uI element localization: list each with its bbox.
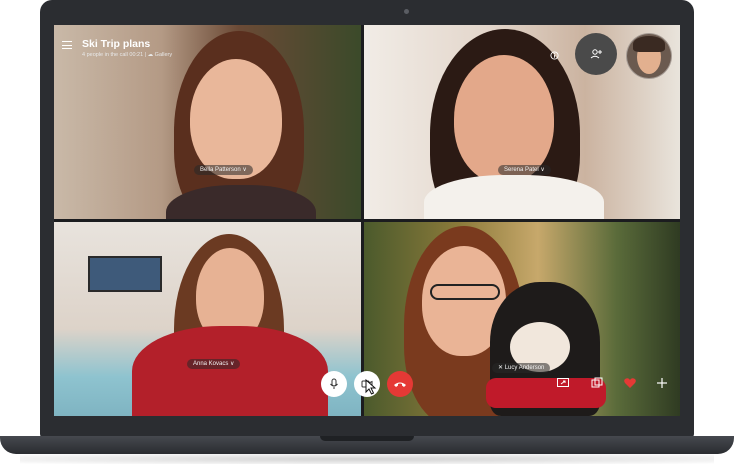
end-call-icon xyxy=(394,382,406,387)
plus-icon[interactable] xyxy=(655,376,669,390)
call-title: Ski Trip plans xyxy=(82,38,151,50)
participant-face xyxy=(190,59,282,179)
participant-glasses xyxy=(430,284,500,300)
menu-icon[interactable] xyxy=(62,41,72,49)
participant-body xyxy=(132,326,328,416)
participant-face xyxy=(454,55,554,183)
mouse-cursor-icon xyxy=(365,379,377,395)
video-tile-3[interactable]: Anna Kovacs ∨ xyxy=(54,222,361,416)
mute-button[interactable] xyxy=(321,371,347,397)
participant-name-label: Bella Patterson ∨ xyxy=(194,165,253,175)
add-person-button[interactable] xyxy=(575,33,617,75)
laptop-notch xyxy=(320,436,414,441)
call-screen: Bella Patterson ∨ Serena Patel ∨ Anna Ko… xyxy=(54,25,680,416)
self-view-hair xyxy=(633,36,665,52)
info-icon[interactable] xyxy=(550,51,559,62)
dog-bandana xyxy=(486,378,606,408)
switch-view-icon[interactable] xyxy=(590,376,604,390)
webcam xyxy=(404,9,409,14)
participant-body xyxy=(424,175,604,219)
end-call-button[interactable] xyxy=(387,371,413,397)
call-header: Ski Trip plans 4 people in the call 00:2… xyxy=(54,25,354,65)
self-view-avatar[interactable] xyxy=(626,33,672,79)
participant-name-label: ✕ Lucy Anderson xyxy=(492,363,551,373)
add-person-icon xyxy=(590,49,602,59)
participant-name-label: Serena Patel ∨ xyxy=(498,165,551,175)
microphone-icon xyxy=(330,378,338,389)
wall-picture xyxy=(88,256,162,292)
heart-icon[interactable] xyxy=(623,376,637,390)
screen-share-icon[interactable] xyxy=(556,376,570,390)
participant-name-label: Anna Kovacs ∨ xyxy=(187,359,241,369)
laptop-shadow xyxy=(20,454,714,464)
call-subtitle: 4 people in the call 00:21 | ☁ Gallery xyxy=(82,52,173,58)
